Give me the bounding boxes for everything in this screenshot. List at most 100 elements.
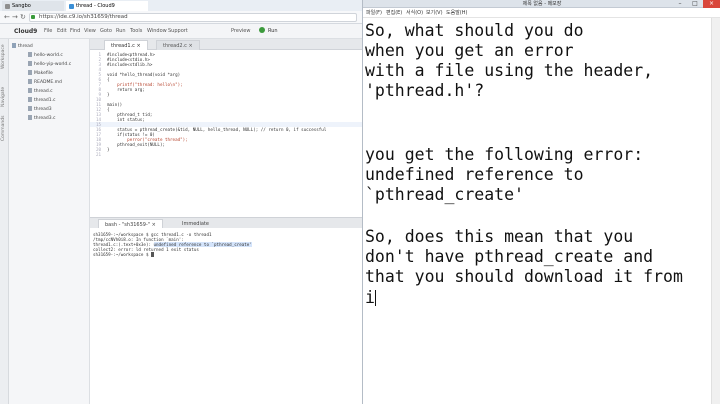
code-line: pthread_exit(NULL);: [107, 142, 165, 147]
text-line: don't have pthread_create and: [365, 247, 654, 266]
cloud9-logo: Cloud9: [14, 28, 38, 35]
console-tab-label: Immediate: [182, 221, 209, 227]
file-icon: [28, 61, 32, 66]
vertical-scrollbar[interactable]: [711, 18, 720, 404]
menu-edit[interactable]: Edit: [57, 28, 67, 35]
page-icon: [5, 4, 10, 9]
menu-window[interactable]: Window: [147, 28, 167, 35]
line-number: 21: [95, 152, 101, 157]
code-line: void *hello_thread(void *arg): [107, 72, 181, 77]
forward-icon[interactable]: →: [12, 13, 18, 22]
menu-view[interactable]: View: [84, 28, 96, 35]
run-button[interactable]: Run: [259, 27, 278, 36]
terminal-cursor: [151, 252, 154, 257]
text-line: undefined reference to: [365, 165, 584, 184]
browser-window: Sangbo thread - Cloud9 ← → ↻ https://ide…: [0, 0, 362, 404]
code-line: }: [107, 92, 110, 97]
file-item[interactable]: Makefile: [28, 70, 53, 77]
terminal-prompt: sh31659-:~/workspace $: [93, 252, 154, 257]
menu-edit[interactable]: 편집(E): [386, 10, 402, 17]
menu-format[interactable]: 서식(O): [406, 10, 423, 17]
browser-tab-label: thread - Cloud9: [76, 3, 115, 9]
text-line: So, does this mean that you: [365, 227, 634, 246]
file-label: hello-world.c: [34, 53, 63, 58]
code-line: int status;: [107, 117, 145, 122]
code-editor[interactable]: 1 2 3 4 5 6 7 8 9 10 11 12 13 14 15 16 1…: [90, 50, 362, 217]
file-item[interactable]: thread1.c: [28, 97, 56, 104]
file-item[interactable]: README.md: [28, 79, 62, 86]
file-item[interactable]: hello-yip-world.c: [28, 61, 71, 68]
run-icon: [259, 27, 265, 33]
window-title: 제목 없음 - 메모장: [522, 1, 562, 7]
editor-tab-label: thread1.c: [111, 43, 135, 49]
browser-tab-sangbo[interactable]: Sangbo: [2, 1, 64, 11]
minimize-button[interactable]: –: [673, 0, 687, 8]
menu-file[interactable]: 파일(F): [366, 10, 382, 17]
browser-tab-thread[interactable]: thread - Cloud9: [66, 1, 148, 11]
notepad-window: 제목 없음 - 메모장 – □ × 파일(F) 편집(E) 서식(O) 보기(V…: [362, 0, 720, 404]
text-line: So, what should you do: [365, 21, 584, 40]
menu-view[interactable]: 보기(V): [426, 10, 443, 17]
text-line: 'pthread.h'?: [365, 81, 485, 100]
file-label: thread1.c: [34, 98, 56, 103]
text-line: with a file using the header,: [365, 61, 654, 80]
tab-thread2c[interactable]: thread2.c ×: [156, 40, 200, 50]
file-label: hello-yip-world.c: [34, 62, 72, 67]
url-text: https://ide.c9.io/sh31659/thread: [39, 14, 128, 20]
menu-find[interactable]: Find: [70, 28, 80, 35]
file-item[interactable]: thread3: [28, 106, 52, 113]
folder-thread[interactable]: thread: [12, 43, 33, 50]
file-item[interactable]: thread.c: [28, 88, 53, 95]
file-icon: [28, 97, 32, 102]
url-field[interactable]: https://ide.c9.io/sh31659/thread: [29, 13, 357, 22]
file-item[interactable]: thread3.c: [28, 115, 56, 122]
file-item[interactable]: hello-world.c: [28, 52, 63, 59]
tab-thread1c[interactable]: thread1.c ×: [104, 40, 148, 50]
maximize-button[interactable]: □: [688, 0, 702, 8]
text-line-with-caret: i: [365, 288, 376, 308]
file-icon: [28, 88, 32, 93]
run-label: Run: [268, 28, 278, 34]
text-line: i: [365, 288, 375, 307]
file-tree: thread hello-world.c hello-yip-world.c M…: [9, 39, 90, 404]
folder-icon: [12, 43, 16, 48]
file-label: thread.c: [34, 89, 53, 94]
text-line: when you get an error: [365, 41, 574, 60]
preview-button[interactable]: Preview: [231, 28, 250, 35]
code-line: return arg;: [107, 87, 145, 92]
side-panel-strip: Workspace Navigate Commands: [0, 39, 9, 404]
terminal[interactable]: sh31659-:~/workspace $ gcc thread1.c -o …: [90, 228, 362, 404]
file-icon: [28, 52, 32, 57]
close-button[interactable]: ×: [703, 0, 720, 8]
notepad-text-area[interactable]: So, what should you do when you get an e…: [363, 18, 720, 404]
file-label: Makefile: [34, 71, 53, 76]
menu-file[interactable]: File: [44, 28, 52, 35]
text-line: `pthread_create': [365, 185, 524, 204]
menu-goto[interactable]: Goto: [100, 28, 112, 35]
navigate-panel-button[interactable]: Navigate: [1, 87, 6, 107]
commands-panel-button[interactable]: Commands: [1, 116, 6, 141]
menu-tools[interactable]: Tools: [130, 28, 142, 35]
terminal-text: sh31659-:~/workspace $: [93, 252, 151, 257]
editor-tabs: thread1.c × thread2.c ×: [90, 39, 362, 50]
text-line: that you should download it from: [365, 267, 683, 286]
reload-icon[interactable]: ↻: [20, 13, 26, 22]
notepad-menubar: 파일(F) 편집(E) 서식(O) 보기(V) 도움말(H): [363, 9, 720, 18]
menu-run[interactable]: Run: [116, 28, 126, 35]
file-label: thread3.c: [34, 116, 56, 121]
back-icon[interactable]: ←: [4, 13, 10, 22]
menu-support[interactable]: Support: [168, 28, 188, 35]
notepad-titlebar: 제목 없음 - 메모장 – □ ×: [363, 0, 720, 8]
browser-tab-strip: Sangbo thread - Cloud9: [0, 0, 362, 11]
menu-help[interactable]: 도움말(H): [446, 10, 467, 17]
text-line: you get the following error:: [365, 145, 644, 164]
ide-menubar: Cloud9 File Edit Find View Goto Run Tool…: [0, 24, 362, 39]
address-bar-area: ← → ↻ https://ide.c9.io/sh31659/thread: [0, 11, 362, 24]
close-icon[interactable]: ×: [137, 43, 141, 49]
file-label: thread3: [34, 107, 52, 112]
workspace-panel-button[interactable]: Workspace: [1, 44, 6, 69]
code-line: }: [107, 147, 110, 152]
folder-label: thread: [18, 44, 33, 49]
console-tabs: bash - "sh31659-" × Immediate: [90, 217, 362, 229]
close-icon[interactable]: ×: [189, 43, 193, 49]
